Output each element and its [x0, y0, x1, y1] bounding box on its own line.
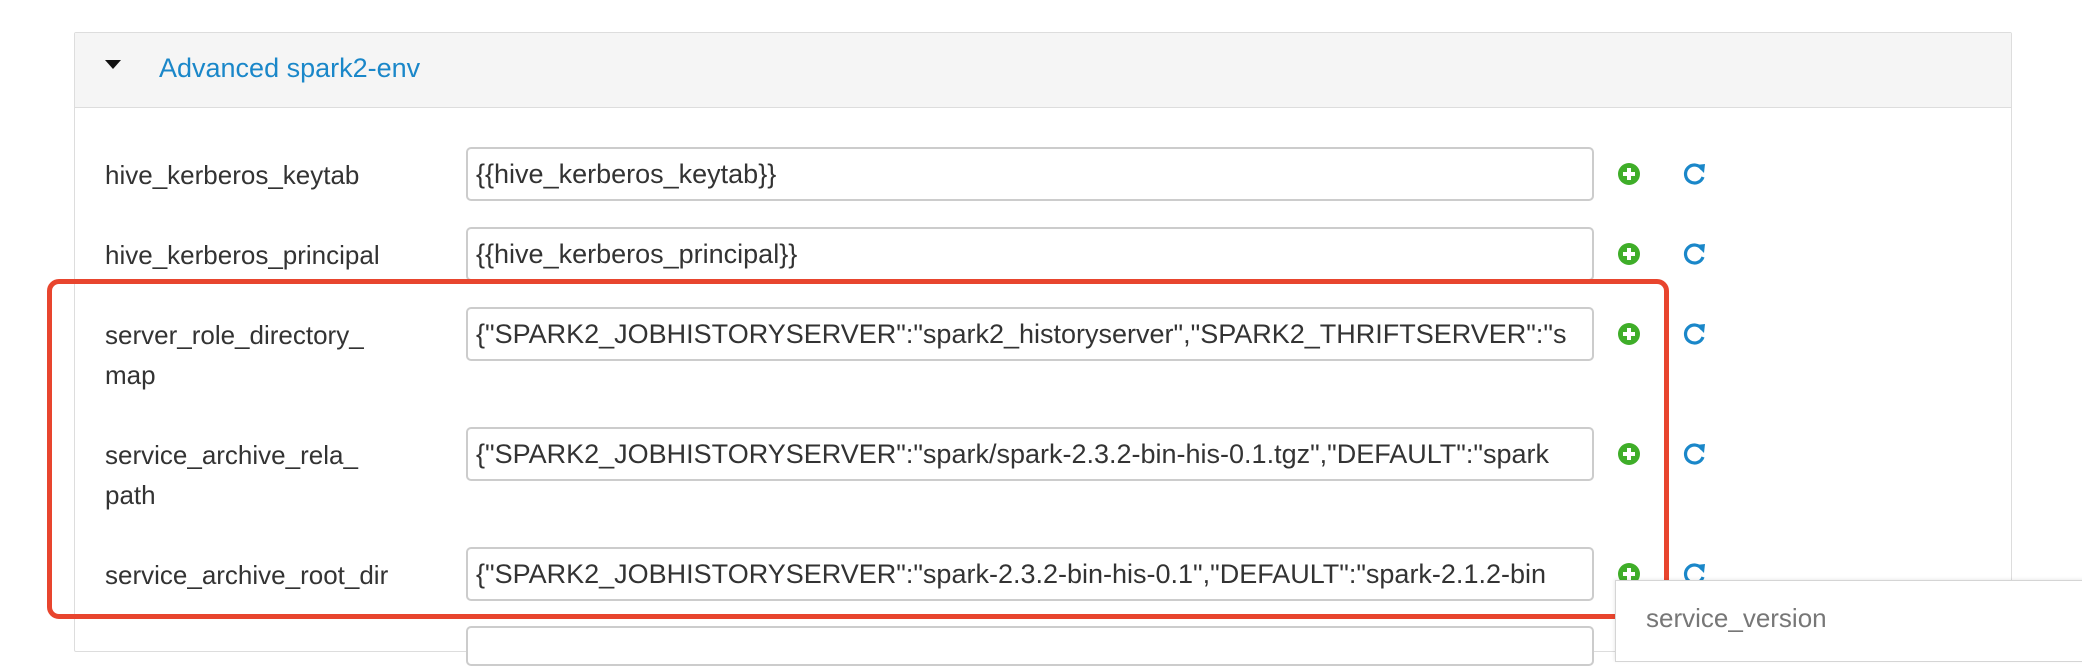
plus-circle-icon[interactable] [1618, 443, 1640, 465]
plus-circle-icon[interactable] [1618, 163, 1640, 185]
config-value-input[interactable]: {"SPARK2_JOBHISTORYSERVER":"spark/spark-… [466, 427, 1594, 481]
config-value-input-partial[interactable] [466, 626, 1594, 666]
refresh-icon[interactable] [1682, 441, 1708, 467]
refresh-icon[interactable] [1682, 321, 1708, 347]
config-label: service_archive_root_dir [105, 560, 389, 590]
config-value-input[interactable]: {"SPARK2_JOBHISTORYSERVER":"spark-2.3.2-… [466, 547, 1594, 601]
refresh-icon[interactable] [1682, 161, 1708, 187]
plus-circle-icon[interactable] [1618, 323, 1640, 345]
config-label: hive_kerberos_principal [105, 240, 380, 270]
panel-title[interactable]: Advanced spark2-env [159, 53, 420, 84]
plus-circle-icon[interactable] [1618, 243, 1640, 265]
config-label: server_role_directory_ map [105, 320, 364, 390]
panel-header[interactable]: Advanced spark2-env [75, 33, 2011, 108]
config-label: service_archive_rela_ path [105, 440, 358, 510]
refresh-icon[interactable] [1682, 241, 1708, 267]
popup-item-label[interactable]: service_version [1646, 603, 1827, 634]
caret-down-icon[interactable] [105, 60, 121, 69]
config-value-input[interactable]: {"SPARK2_JOBHISTORYSERVER":"spark2_histo… [466, 307, 1594, 361]
config-label: hive_kerberos_keytab [105, 160, 360, 190]
config-value-input[interactable]: {{hive_kerberos_principal}} [466, 227, 1594, 281]
config-value-input[interactable]: {{hive_kerberos_keytab}} [466, 147, 1594, 201]
suggestion-popup[interactable]: service_version [1615, 580, 2082, 662]
